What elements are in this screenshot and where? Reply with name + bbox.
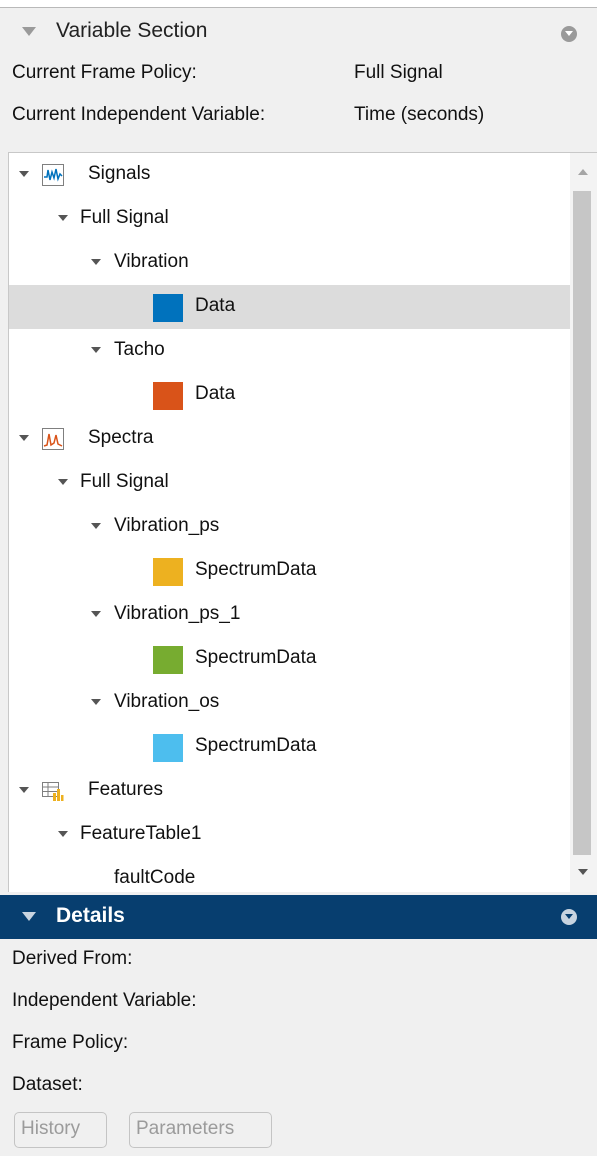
history-button[interactable]: History	[14, 1112, 107, 1148]
independent-variable-detail-label: Independent Variable:	[12, 990, 197, 1011]
scroll-up-arrow-icon[interactable]	[578, 169, 588, 175]
details-section-header[interactable]: Details	[0, 895, 597, 939]
expand-arrow-icon[interactable]	[91, 611, 101, 617]
color-swatch	[153, 646, 183, 674]
top-border	[0, 0, 597, 8]
section-menu-icon[interactable]	[561, 26, 577, 42]
expand-arrow-icon[interactable]	[58, 215, 68, 221]
tree-label: Vibration_ps_1	[114, 603, 241, 624]
tree-node-feature-table[interactable]: FeatureTable1	[9, 813, 571, 857]
expand-arrow-icon[interactable]	[91, 699, 101, 705]
expand-arrow-icon[interactable]	[19, 787, 29, 793]
tree-label: Data	[195, 383, 236, 404]
independent-variable-value: Time (seconds)	[354, 104, 485, 125]
tree-label: faultCode	[114, 867, 196, 888]
signal-icon	[42, 164, 64, 186]
spectrum-icon	[42, 428, 64, 450]
scroll-down-arrow-icon[interactable]	[578, 869, 588, 875]
derived-from-label: Derived From:	[12, 948, 133, 969]
tree-node-vibration-os-data[interactable]: SpectrumData	[9, 725, 571, 769]
tree-node-tacho-data[interactable]: Data	[9, 373, 571, 417]
tree-node-vibration-ps-data[interactable]: SpectrumData	[9, 549, 571, 593]
tree-label: Full Signal	[80, 207, 169, 228]
variable-tree[interactable]: Signals Full Signal Vibration Data Tacho…	[8, 152, 597, 892]
tree-scrollbar[interactable]	[570, 153, 597, 892]
tree-node-vibration-os[interactable]: Vibration_os	[9, 681, 571, 725]
tree-label: SpectrumData	[195, 735, 317, 756]
independent-variable-label: Current Independent Variable:	[12, 104, 266, 125]
color-swatch	[153, 734, 183, 762]
tree-node-signals[interactable]: Signals	[9, 153, 571, 197]
expand-arrow-icon[interactable]	[19, 435, 29, 441]
parameters-button[interactable]: Parameters	[129, 1112, 272, 1148]
tree-label: Vibration_os	[114, 691, 220, 712]
tree-node-vibration-data[interactable]: Data	[9, 285, 571, 329]
color-swatch	[153, 294, 183, 322]
expand-arrow-icon[interactable]	[19, 171, 29, 177]
details-title: Details	[56, 904, 125, 927]
tree-node-spectra-full-signal[interactable]: Full Signal	[9, 461, 571, 505]
frame-policy-value: Full Signal	[354, 62, 443, 83]
tree-node-tacho[interactable]: Tacho	[9, 329, 571, 373]
tree-node-signals-full-signal[interactable]: Full Signal	[9, 197, 571, 241]
tree-node-fault-code[interactable]: faultCode	[9, 857, 571, 892]
tree-node-vibration-ps-1-data[interactable]: SpectrumData	[9, 637, 571, 681]
variable-section-title: Variable Section	[56, 19, 208, 42]
tree-label: Vibration	[114, 251, 189, 272]
tree-label: Data	[195, 295, 236, 316]
frame-policy-detail-label: Frame Policy:	[12, 1032, 129, 1053]
tree-label: SpectrumData	[195, 647, 317, 668]
tree-node-features[interactable]: Features	[9, 769, 571, 813]
color-swatch	[153, 558, 183, 586]
features-table-icon	[42, 782, 64, 801]
dataset-label: Dataset:	[12, 1074, 83, 1095]
expand-arrow-icon[interactable]	[91, 259, 101, 265]
tree-label: Tacho	[114, 339, 165, 360]
collapse-triangle-icon[interactable]	[22, 27, 36, 36]
app-panel: Variable Section Current Frame Policy: F…	[0, 0, 597, 1156]
variable-section-header[interactable]: Variable Section	[0, 10, 597, 54]
expand-arrow-icon[interactable]	[91, 347, 101, 353]
tree-label: FeatureTable1	[80, 823, 202, 844]
tree-label: Spectra	[88, 427, 154, 448]
tree-label: Signals	[88, 163, 151, 184]
tree-label: SpectrumData	[195, 559, 317, 580]
tree-label: Vibration_ps	[114, 515, 220, 536]
scrollbar-thumb[interactable]	[573, 191, 591, 855]
color-swatch	[153, 382, 183, 410]
frame-policy-label: Current Frame Policy:	[12, 62, 197, 83]
expand-arrow-icon[interactable]	[91, 523, 101, 529]
tree-node-vibration[interactable]: Vibration	[9, 241, 571, 285]
tree-label: Features	[88, 779, 163, 800]
expand-arrow-icon[interactable]	[58, 831, 68, 837]
tree-label: Full Signal	[80, 471, 169, 492]
collapse-triangle-icon[interactable]	[22, 912, 36, 921]
tree-node-vibration-ps[interactable]: Vibration_ps	[9, 505, 571, 549]
tree-node-spectra[interactable]: Spectra	[9, 417, 571, 461]
section-menu-icon[interactable]	[561, 909, 577, 925]
tree-node-vibration-ps-1[interactable]: Vibration_ps_1	[9, 593, 571, 637]
expand-arrow-icon[interactable]	[58, 479, 68, 485]
